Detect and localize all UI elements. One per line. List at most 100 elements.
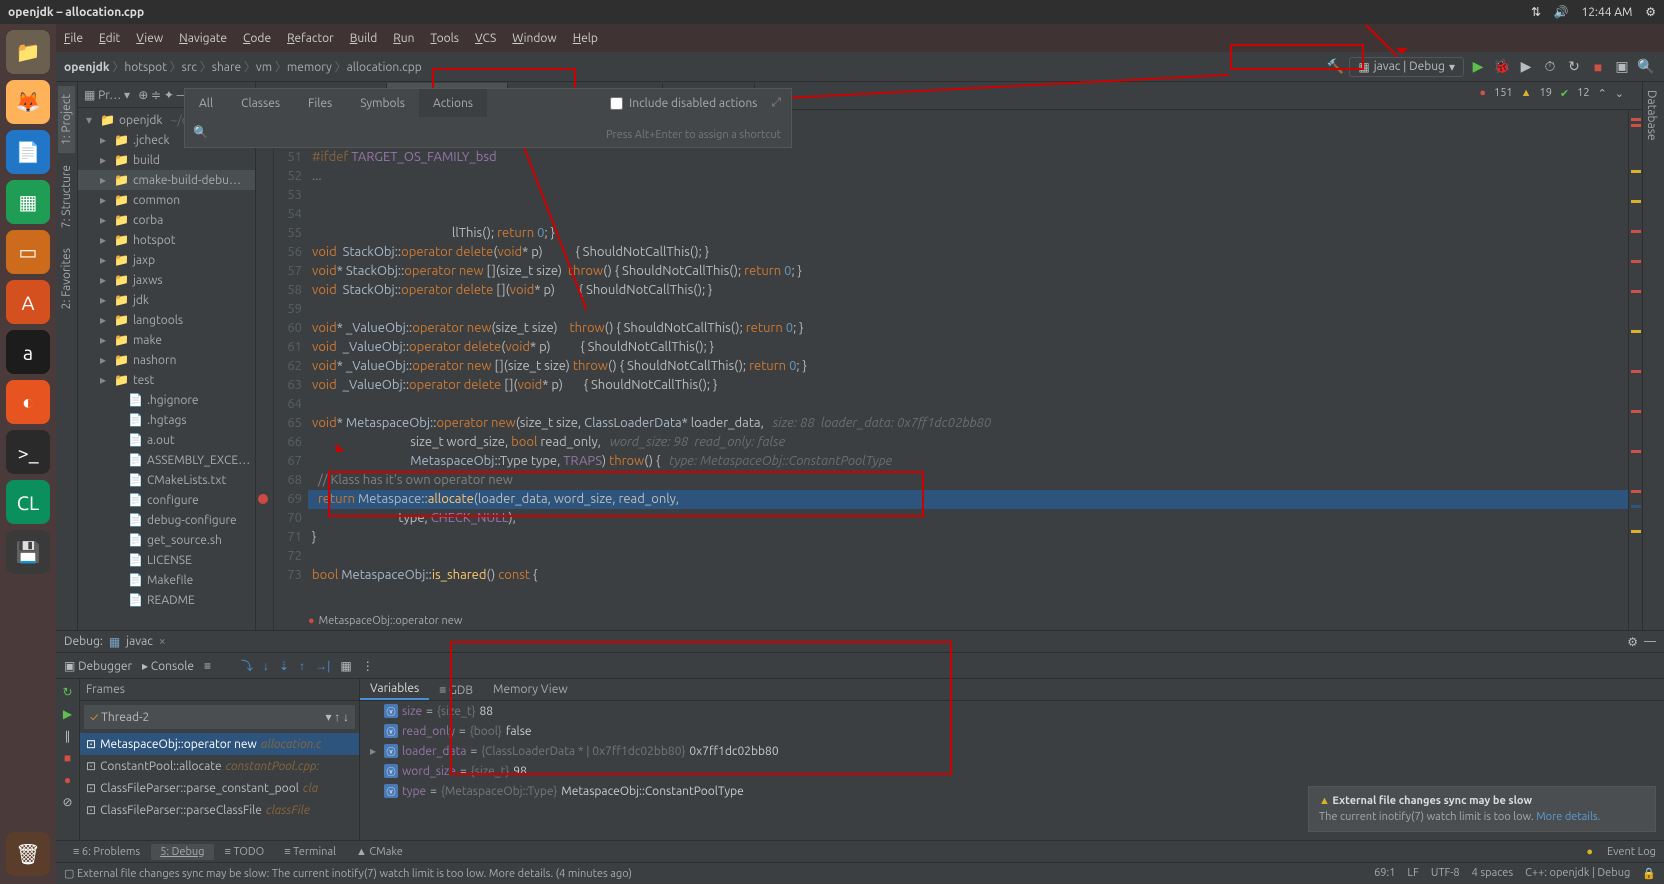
terminal-icon[interactable]: >_ [6, 430, 50, 474]
tree-item[interactable]: 📄configure [78, 490, 255, 510]
project-tab[interactable]: 1: Project [58, 86, 75, 153]
close-icon[interactable]: × [159, 635, 166, 648]
inspection-summary[interactable]: ●151 ▲19 ✔12 ⌃ ⌄ [1479, 82, 1624, 104]
menu-edit[interactable]: Edit [99, 32, 120, 45]
variable-row[interactable]: ▸ⓥ loader_data = {ClassLoaderData * | 0x… [360, 741, 1664, 761]
layout-icon[interactable]: ▣ [1612, 57, 1632, 77]
tool-window-button[interactable]: 5: Debug [151, 844, 213, 860]
popup-tab-classes[interactable]: Classes [227, 89, 294, 117]
status-segment[interactable]: LF [1407, 867, 1418, 880]
impress-icon[interactable]: ▭ [6, 230, 50, 274]
menu-navigate[interactable]: Navigate [179, 32, 227, 45]
tree-item[interactable]: 📄README [78, 590, 255, 610]
ubuntu-icon[interactable]: ◐ [6, 380, 50, 424]
rerun-icon[interactable]: ↻ [62, 685, 72, 699]
clock[interactable]: 12:44 AM [1581, 6, 1632, 19]
breadcrumb-segment[interactable]: memory [287, 61, 332, 74]
tree-item[interactable]: 📄.hgtags [78, 410, 255, 430]
menu-tools[interactable]: Tools [431, 32, 460, 45]
tree-item[interactable]: ▸📁hotspot [78, 230, 255, 250]
tree-item[interactable]: ▸📁test [78, 370, 255, 390]
breadcrumb-segment[interactable]: share [212, 61, 241, 74]
step-into-icon[interactable]: ↓ [263, 659, 269, 673]
notification[interactable]: ▲ External file changes sync may be slow… [1308, 786, 1656, 832]
status-segment[interactable]: 69:1 [1374, 867, 1395, 880]
vars-tab-memory-view[interactable]: Memory View [483, 679, 578, 700]
status-segment[interactable]: UTF-8 [1431, 867, 1460, 880]
include-disabled-checkbox[interactable] [610, 97, 623, 110]
tree-item[interactable]: ▸📁jdk [78, 290, 255, 310]
tree-item[interactable]: ▸📁cmake-build-debu… [78, 170, 255, 190]
breadcrumb-segment[interactable]: hotspot [124, 61, 167, 74]
menu-refactor[interactable]: Refactor [287, 32, 334, 45]
software-icon[interactable]: A [6, 280, 50, 324]
mute-breakpoints-icon[interactable]: ⊘ [62, 795, 72, 809]
tool-window-button[interactable]: ≡ Terminal [275, 844, 345, 860]
tree-item[interactable]: 📄a.out [78, 430, 255, 450]
run-icon[interactable]: ▶ [1468, 57, 1488, 77]
debug-icon[interactable]: 🐞 [1492, 57, 1512, 77]
breadcrumb-segment[interactable]: openjdk [64, 61, 110, 74]
menu-run[interactable]: Run [393, 32, 414, 45]
tree-item[interactable]: 📄.hgignore [78, 390, 255, 410]
popup-tab-files[interactable]: Files [294, 89, 346, 117]
files-icon[interactable]: 📁 [6, 30, 50, 74]
database-tab[interactable]: Database [1643, 82, 1660, 149]
menu-window[interactable]: Window [512, 32, 556, 45]
notification-link[interactable]: More details. [1536, 811, 1600, 823]
tree-item[interactable]: ▸📁build [78, 150, 255, 170]
variable-row[interactable]: ⓥ size = {size_t} 88 [360, 701, 1664, 721]
tree-item[interactable]: 📄get_source.sh [78, 530, 255, 550]
tree-item[interactable]: 📄ASSEMBLY_EXCE… [78, 450, 255, 470]
tree-item[interactable]: 📄debug-configure [78, 510, 255, 530]
force-step-icon[interactable]: ⇣ [279, 659, 289, 673]
pin-icon[interactable]: ⤢ [771, 96, 781, 110]
event-log-icon[interactable]: ● [1586, 846, 1593, 858]
tree-item[interactable]: ▸📁langtools [78, 310, 255, 330]
status-segment[interactable]: C++: openjdk | Debug [1525, 867, 1630, 880]
trash-icon[interactable]: 🗑 [6, 832, 50, 876]
evaluate-icon[interactable]: ▦ [340, 659, 351, 673]
console-tab[interactable]: ▸ Console [142, 659, 194, 673]
popup-tab-symbols[interactable]: Symbols [346, 89, 419, 117]
vars-tab-variables[interactable]: Variables [360, 679, 429, 700]
tool-window-button[interactable]: ▲ CMake [347, 844, 412, 860]
stack-frame[interactable]: ⊡ClassFileParser::parse_constant_pool cl… [80, 777, 359, 799]
attach-icon[interactable]: ↻ [1564, 57, 1584, 77]
vars-tab-gdb[interactable]: ≡ GDB [429, 679, 483, 700]
profile-icon[interactable]: ⏱ [1540, 57, 1560, 77]
tree-item[interactable]: 📄CMakeLists.txt [78, 470, 255, 490]
event-log[interactable]: Event Log [1607, 846, 1656, 858]
menu-view[interactable]: View [136, 32, 163, 45]
stack-frame[interactable]: ⊡ClassFileParser::parseClassFile classFi… [80, 799, 359, 821]
popup-tab-actions[interactable]: Actions [419, 89, 487, 117]
disk-icon[interactable]: 💾 [6, 530, 50, 574]
volume-icon[interactable]: 🔊 [1554, 6, 1569, 19]
structure-tab[interactable]: 7: Structure [58, 157, 75, 236]
clion-icon[interactable]: CL [6, 480, 50, 524]
step-over-icon[interactable]: ⤵ [241, 657, 253, 674]
tree-item[interactable]: ▸📁corba [78, 210, 255, 230]
step-out-icon[interactable]: ↑ [299, 659, 305, 673]
view-breakpoints-icon[interactable]: ● [64, 773, 71, 787]
threads-icon[interactable]: ≡ [204, 659, 211, 673]
favorites-tab[interactable]: 2: Favorites [58, 240, 75, 317]
breadcrumb-segment[interactable]: allocation.cpp [347, 61, 422, 74]
stack-frame[interactable]: ⊡MetaspaceObj::operator new allocation.c [80, 733, 359, 755]
calc-icon[interactable]: ▦ [6, 180, 50, 224]
minimize-icon[interactable]: — [1644, 635, 1656, 648]
search-icon[interactable]: 🔍 [1636, 57, 1656, 77]
thread-selector[interactable]: ✓ Thread-2 ▾ ↑ ↓ [84, 705, 355, 729]
breadcrumb-segment[interactable]: src [182, 61, 197, 74]
debugger-tab[interactable]: ▣ Debugger [64, 659, 132, 673]
menu-code[interactable]: Code [243, 32, 271, 45]
more-icon[interactable]: ⋮ [362, 659, 374, 673]
variable-row[interactable]: ⓥ word_size = {size_t} 98 [360, 761, 1664, 781]
breadcrumb-segment[interactable]: vm [256, 61, 272, 74]
tool-window-button[interactable]: ≡ TODO [216, 844, 274, 860]
breadcrumb[interactable]: openjdk 〉hotspot 〉src 〉share 〉vm 〉memory… [64, 58, 422, 75]
tree-item[interactable]: ▸📁nashorn [78, 350, 255, 370]
code-editor[interactable]: 4950515253545556575859606162636465666768… [256, 110, 1642, 630]
tree-item[interactable]: 📄LICENSE [78, 550, 255, 570]
tool-window-button[interactable]: ≡ 6: Problems [64, 844, 149, 860]
